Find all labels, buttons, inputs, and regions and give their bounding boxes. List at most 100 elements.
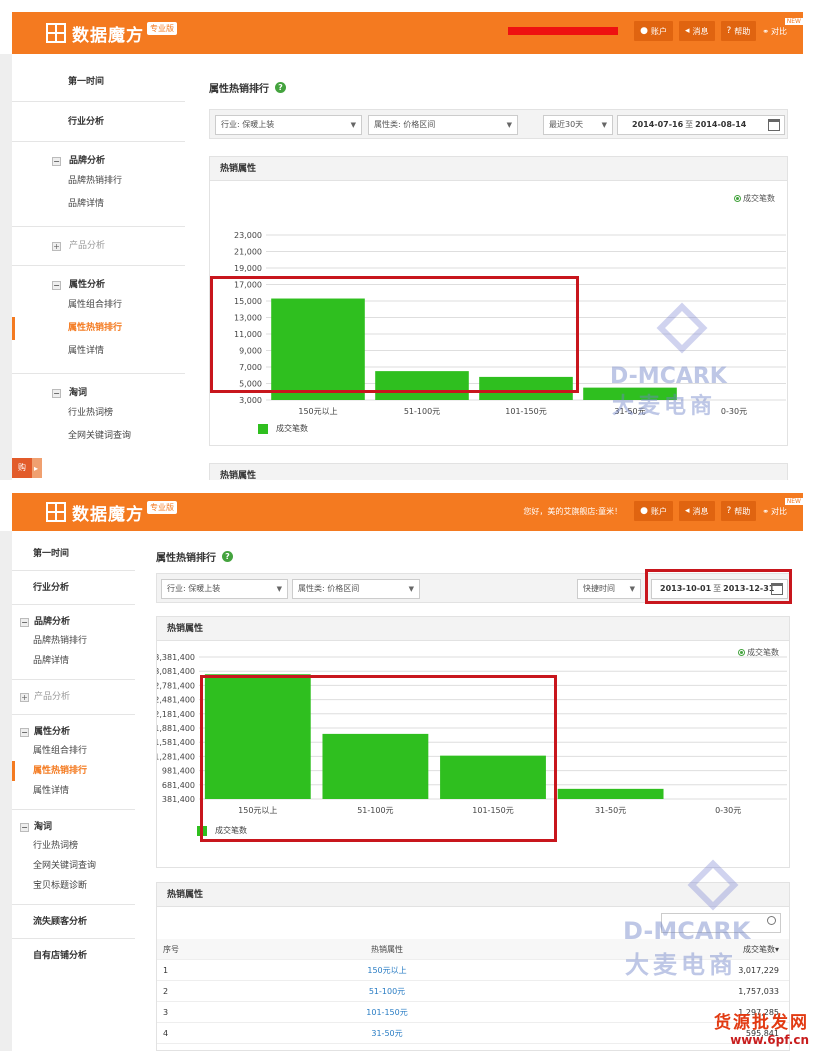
sidebar-item-first[interactable]: 第一时间 bbox=[12, 537, 135, 571]
y-tick-label: 2,481,400 bbox=[157, 696, 195, 705]
sidebar-item-own-store[interactable]: 自有店铺分析 bbox=[12, 939, 135, 973]
compare-icon: ⚭ bbox=[762, 26, 769, 36]
source-stamp: 货源批发网 www.6pf.cn bbox=[714, 1008, 809, 1047]
y-tick-label: 1,881,400 bbox=[157, 724, 195, 733]
new-tag: NEW bbox=[784, 497, 803, 505]
date-range-input[interactable]: 2013-10-01 至 2013-12-31 bbox=[651, 579, 788, 599]
attribute-select[interactable]: 属性类: 价格区间 ▼ bbox=[292, 579, 420, 599]
sidebar-head-attr[interactable]: − 属性分析 bbox=[12, 723, 135, 741]
help-button[interactable]: ? 帮助 bbox=[720, 21, 757, 41]
sidebar-head-search[interactable]: − 淘词 bbox=[12, 818, 135, 836]
messages-label: 消息 bbox=[692, 506, 709, 516]
sidebar-head-brand[interactable]: − 品牌分析 bbox=[12, 152, 185, 170]
page-title: 属性热销排行 ? bbox=[209, 80, 286, 95]
logo-text: 数据魔方 bbox=[72, 25, 144, 46]
account-button[interactable]: ● 账户 bbox=[634, 21, 673, 41]
industry-select[interactable]: 行业: 保暖上装 ▼ bbox=[215, 115, 362, 135]
left-gutter bbox=[0, 531, 12, 1051]
sidebar-item-attr-combo[interactable]: 属性组合排行 bbox=[12, 294, 185, 317]
left-gutter bbox=[0, 54, 12, 480]
main-content: 属性热销排行 ? 行业: 保暖上装 ▼ 属性类: 价格区间 ▼ 最近30天 ▼ 201… bbox=[195, 62, 803, 480]
period-select[interactable]: 快捷时间 ▼ bbox=[577, 579, 641, 599]
sidebar-group-brand: − 品牌分析 品牌热销排行 品牌详情 bbox=[12, 605, 135, 680]
messages-button[interactable]: ◂ 消息 bbox=[678, 21, 715, 41]
cell-attr-link[interactable]: 150元以上 bbox=[317, 960, 457, 980]
chevron-right-icon: ▸ bbox=[34, 463, 39, 473]
chevron-down-icon: ▼ bbox=[350, 121, 356, 129]
table-row: 3 101-150元 1,297,285 bbox=[157, 1002, 789, 1023]
x-tick-label: 150元以上 bbox=[238, 806, 277, 815]
logo[interactable]: 数据魔方 专业版 bbox=[46, 500, 177, 525]
calendar-icon[interactable] bbox=[771, 583, 783, 595]
date-range-input[interactable]: 2014-07-16 至 2014-08-14 bbox=[617, 115, 785, 135]
edition-badge: 专业版 bbox=[147, 500, 177, 514]
compare-button[interactable]: ⚭ 对比 NEW bbox=[762, 497, 803, 517]
sidebar-item-attr-combo[interactable]: 属性组合排行 bbox=[12, 741, 135, 761]
attribute-select[interactable]: 属性类: 价格区间 ▼ bbox=[368, 115, 518, 135]
sidebar-item-attr-hot[interactable]: 属性热销排行 bbox=[12, 761, 143, 781]
bar-chart-1: 3,000 5,000 7,000 9,000 11,000 13,000 15,000 17… bbox=[234, 231, 786, 416]
stamp-url: www.6pf.cn bbox=[730, 1033, 809, 1047]
filter-bar: 行业: 保暖上装 ▼ 属性类: 价格区间 ▼ 快捷时间 ▼ 2013-10-01 至 20… bbox=[156, 573, 790, 603]
sort-desc-icon: ▾ bbox=[774, 945, 779, 954]
sidebar-item-search-title[interactable]: 宝贝标题诊断 bbox=[12, 876, 135, 896]
sidebar-head-brand[interactable]: − 品牌分析 bbox=[12, 613, 135, 631]
sidebar-item-lost-customer[interactable]: 流失顾客分析 bbox=[12, 905, 135, 939]
help-circle-icon[interactable]: ? bbox=[222, 551, 233, 562]
x-tick-label: 51-100元 bbox=[404, 407, 440, 416]
column-header-attr: 热销属性 bbox=[371, 945, 403, 954]
bar bbox=[204, 674, 311, 799]
mini-toolbar[interactable]: 购 ▸ bbox=[12, 458, 42, 478]
sidebar-item-brand-detail[interactable]: 品牌详情 bbox=[12, 651, 135, 671]
calendar-icon[interactable] bbox=[768, 119, 780, 131]
logo[interactable]: 数据魔方 专业版 bbox=[46, 21, 177, 46]
sidebar-item-search-keyword[interactable]: 全网关键词查询 bbox=[12, 856, 135, 876]
chevron-down-icon: ▼ bbox=[276, 585, 282, 593]
x-tick-label: 150元以上 bbox=[298, 407, 337, 416]
help-button[interactable]: ? 帮助 bbox=[720, 501, 757, 521]
stamp-text-cn: 货源批发网 bbox=[714, 1013, 809, 1033]
sidebar-item-search-keyword[interactable]: 全网关键词查询 bbox=[12, 425, 185, 448]
sidebar-item-brand-rank[interactable]: 品牌热销排行 bbox=[12, 170, 185, 193]
column-header-count[interactable]: 成交笔数▾ bbox=[457, 939, 789, 959]
bar bbox=[440, 755, 546, 799]
x-tick-label: 0-30元 bbox=[715, 806, 741, 815]
cell-attr-link[interactable]: 51-100元 bbox=[317, 981, 457, 1001]
messages-button[interactable]: ◂ 消息 bbox=[678, 501, 715, 521]
sidebar-item-brand-rank[interactable]: 品牌热销排行 bbox=[12, 631, 135, 651]
cell-attr-link[interactable]: 101-150元 bbox=[317, 1002, 457, 1022]
sidebar-item-attr-hot[interactable]: 属性热销排行 bbox=[12, 317, 193, 340]
help-circle-icon[interactable]: ? bbox=[275, 82, 286, 93]
sidebar-head-search[interactable]: − 淘词 bbox=[12, 384, 185, 402]
y-tick-label: 17,000 bbox=[234, 281, 262, 290]
period-select[interactable]: 最近30天 ▼ bbox=[543, 115, 613, 135]
account-button[interactable]: ● 账户 bbox=[634, 501, 673, 521]
sidebar-group-attr: − 属性分析 属性组合排行 属性热销排行 属性详情 bbox=[12, 715, 143, 810]
sidebar-head-attr[interactable]: − 属性分析 bbox=[12, 276, 185, 294]
y-tick-label: 981,400 bbox=[162, 767, 195, 776]
sidebar-head-product[interactable]: + 产品分析 bbox=[12, 237, 185, 255]
sidebar-item-search-hot[interactable]: 行业热词榜 bbox=[12, 402, 185, 425]
sidebar-item-industry[interactable]: 行业分析 bbox=[12, 571, 135, 605]
sidebar-item-brand-detail[interactable]: 品牌详情 bbox=[12, 193, 185, 216]
industry-select-value: 行业: 保暖上装 bbox=[167, 584, 221, 593]
cell-attr-link[interactable]: 31-50元 bbox=[317, 1023, 457, 1043]
help-label: 帮助 bbox=[734, 506, 751, 516]
compare-button[interactable]: ⚭ 对比 NEW bbox=[762, 17, 803, 37]
sidebar-item-attr-detail[interactable]: 属性详情 bbox=[12, 340, 185, 363]
sidebar-head-product[interactable]: + 产品分析 bbox=[12, 688, 135, 706]
expand-icon: + bbox=[20, 692, 29, 702]
sidebar-head-label: 属性分析 bbox=[69, 280, 106, 290]
sidebar-item-industry[interactable]: 行业分析 bbox=[12, 102, 185, 142]
sidebar-item-search-hot[interactable]: 行业热词榜 bbox=[12, 836, 135, 856]
search-input[interactable] bbox=[661, 913, 781, 933]
table-row: 2 51-100元 1,757,033 bbox=[157, 981, 789, 1002]
chevron-down-icon: ▼ bbox=[408, 585, 414, 593]
legend-label: 成交笔数 bbox=[276, 424, 308, 433]
industry-select[interactable]: 行业: 保暖上装 ▼ bbox=[161, 579, 288, 599]
x-tick-label: 0-30元 bbox=[721, 407, 747, 416]
sidebar-item-first[interactable]: 第一时间 bbox=[12, 62, 185, 102]
sidebar-item-attr-detail[interactable]: 属性详情 bbox=[12, 781, 135, 801]
compare-label: 对比 bbox=[771, 506, 787, 516]
speaker-icon: ◂ bbox=[684, 506, 690, 516]
